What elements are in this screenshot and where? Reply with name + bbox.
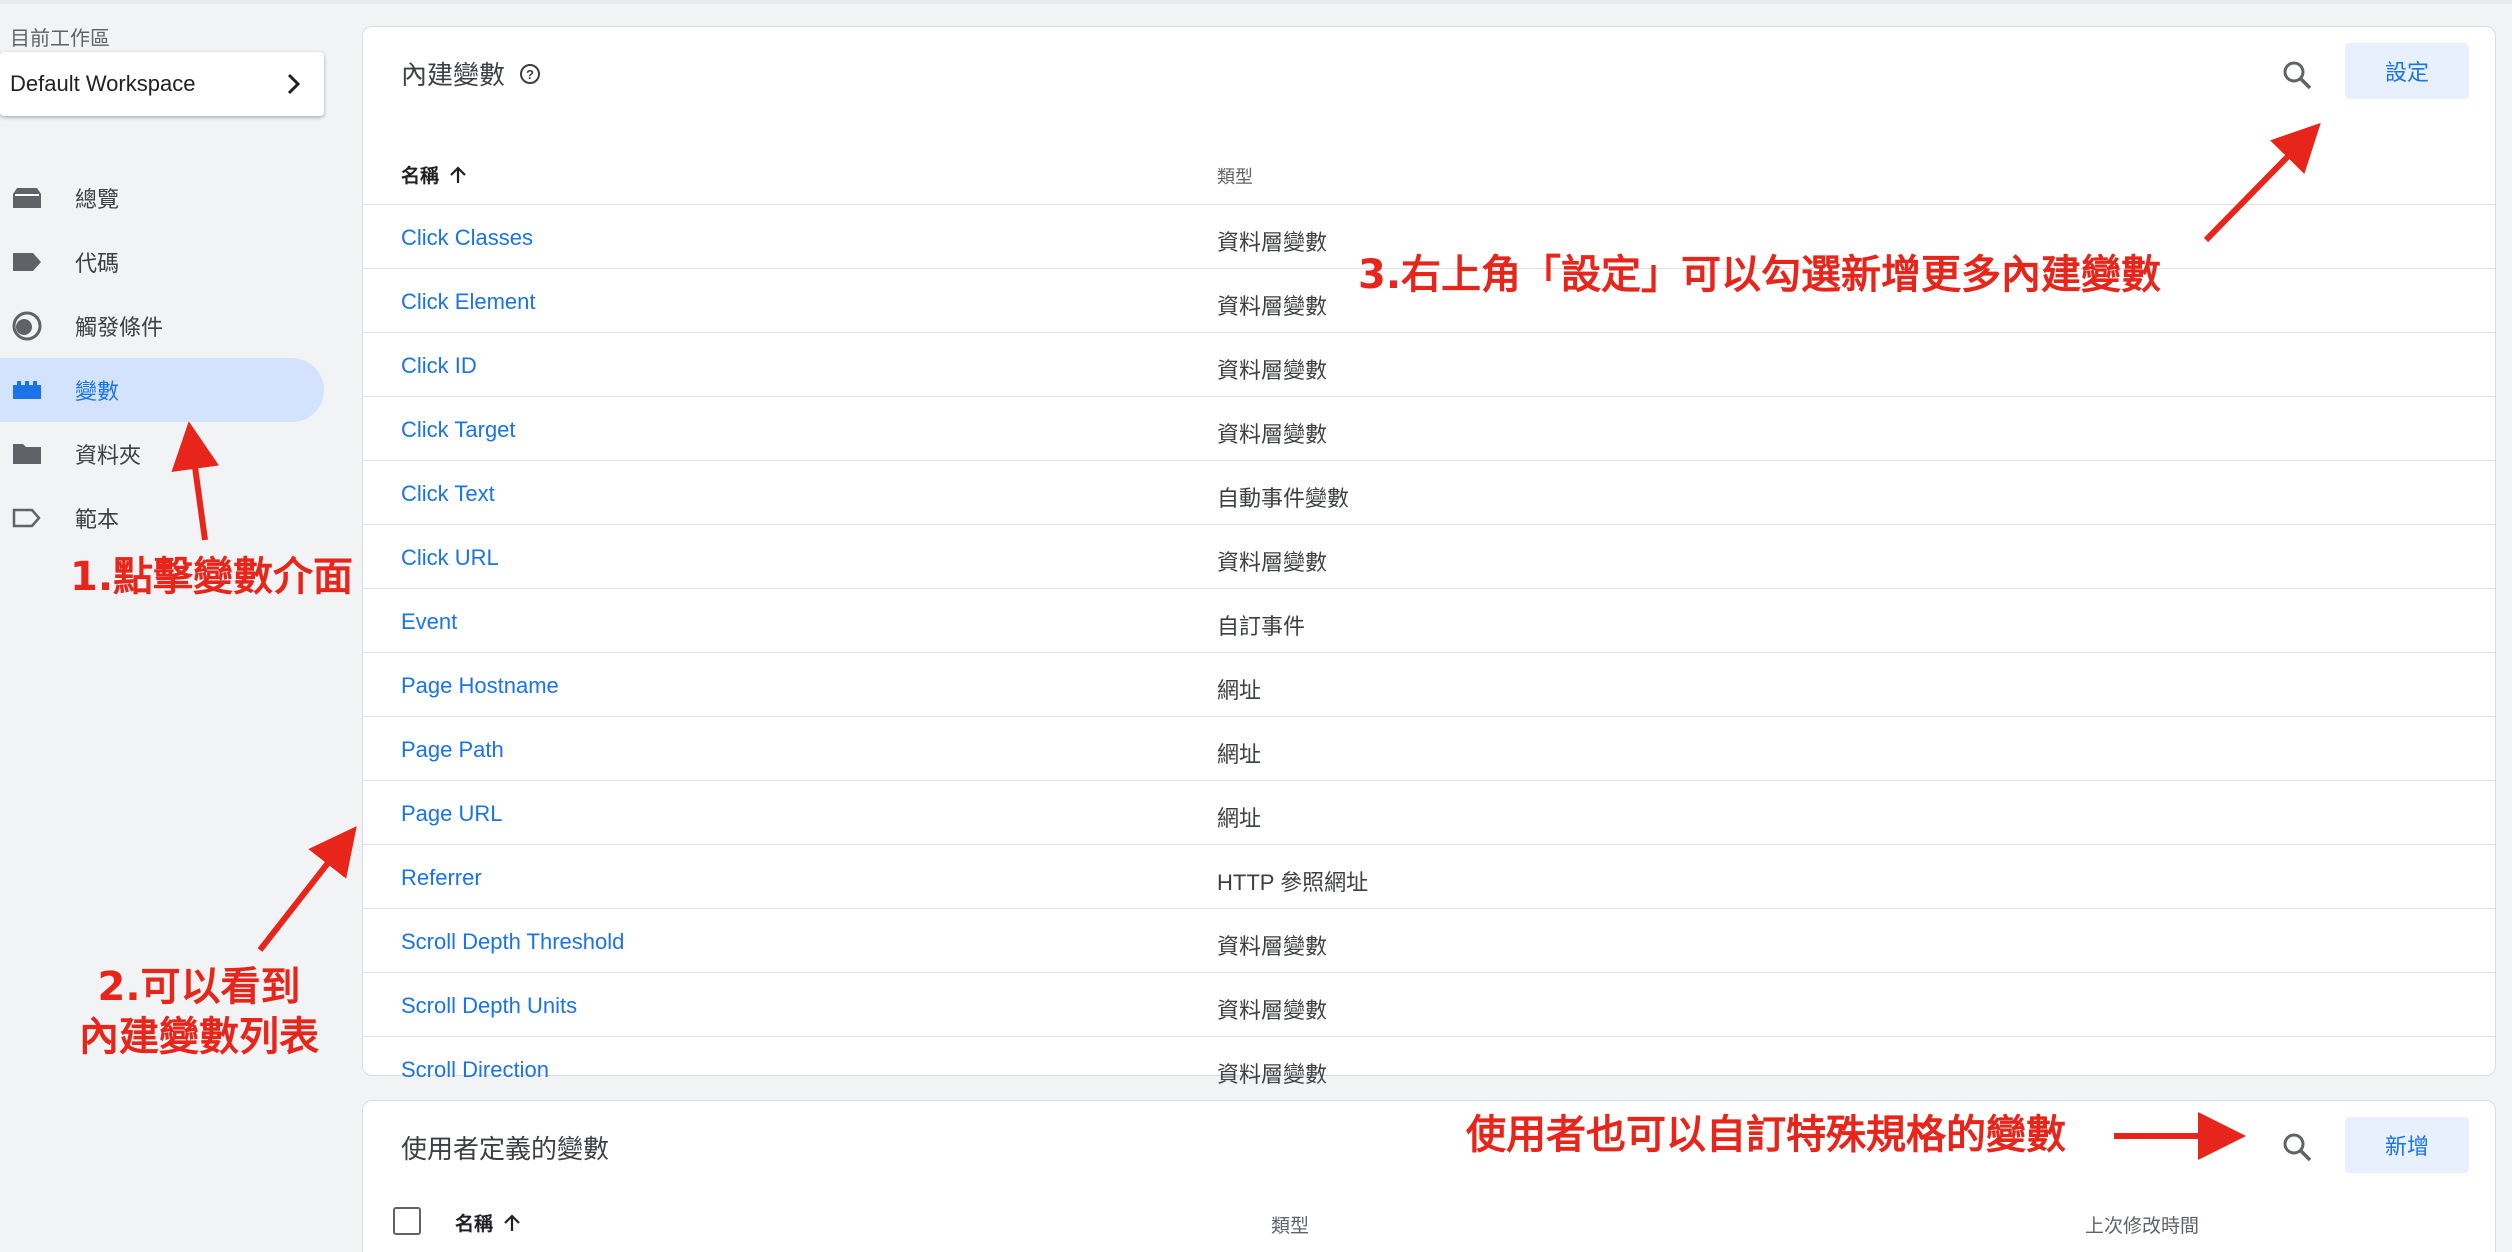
top-divider [0,0,2512,4]
trigger-icon [10,311,44,341]
variable-type: 資料層變數 [1217,230,1328,255]
sidebar-item-label: 變數 [75,379,120,404]
user-defined-variables-title: 使用者定義的變數 [401,1129,609,1166]
column-header-name[interactable]: 名稱 [455,1209,523,1236]
template-icon [10,505,44,531]
workspace-label: 目前工作區 [10,28,110,50]
search-button[interactable] [2277,1127,2317,1167]
help-icon[interactable]: ? [519,63,541,85]
sidebar-item-folders[interactable]: 資料夾 [0,422,324,486]
variable-type: 資料層變數 [1217,1062,1328,1087]
variable-name-link[interactable]: Scroll Depth Units [401,993,577,1019]
variable-name-link[interactable]: Click Classes [401,225,533,251]
sidebar-item-triggers[interactable]: 觸發條件 [0,294,324,358]
variable-name-link[interactable]: Click ID [401,353,477,379]
variable-type: 資料層變數 [1217,998,1328,1023]
variable-name-link[interactable]: Page URL [401,801,503,827]
variable-name-link[interactable]: Scroll Depth Threshold [401,929,624,955]
table-row[interactable]: Event 自訂事件 [363,589,2495,653]
annotation-step3: 3.右上角「設定」可以勾選新增更多內建變數 [1358,252,2162,298]
table-header: 名稱 類型 [363,137,2495,205]
chevron-right-icon [287,73,301,95]
card-title-text: 內建變數 [401,60,506,90]
column-header-name[interactable]: 名稱 [401,161,469,188]
table-row[interactable]: Scroll Direction 資料層變數 [363,1037,2495,1101]
sidebar-item-label: 總覽 [75,187,120,212]
variable-type: 自訂事件 [1217,614,1306,639]
variable-type: HTTP 參照網址 [1217,870,1369,895]
annotation-step2-line1: 2.可以看到 [97,964,301,1010]
annotation-arrow-step2 [257,826,357,952]
builtin-variables-title: 內建變數 ? [401,55,541,92]
search-icon [2283,61,2312,90]
variable-type: 資料層變數 [1217,934,1328,959]
column-header-name-label: 名稱 [401,166,440,187]
column-header-last-modified[interactable]: 上次修改時間 [2085,1211,2199,1238]
column-header-type[interactable]: 類型 [1217,163,1253,189]
configure-button[interactable]: 設定 [2345,43,2469,99]
workspace-name: Default Workspace [10,71,196,96]
variable-name-link[interactable]: Scroll Direction [401,1057,549,1083]
tag-icon [10,249,44,275]
annotation-step2: 2.可以看到 內建變數列表 [74,962,324,1062]
variable-type: 自動事件變數 [1217,486,1350,511]
annotation-step2-line2: 內建變數列表 [79,1014,319,1060]
variable-name-link[interactable]: Click Text [401,481,495,507]
builtin-variables-table: Click Classes 資料層變數 Click Element 資料層變數 Cl… [363,205,2495,1101]
search-icon [2283,1133,2312,1162]
sidebar-item-overview[interactable]: 總覽 [0,166,324,230]
sidebar-item-tags[interactable]: 代碼 [0,230,324,294]
variable-name-link[interactable]: Event [401,609,457,635]
table-row[interactable]: Page Path 網址 [363,717,2495,781]
table-row[interactable]: Click URL 資料層變數 [363,525,2495,589]
variable-name-link[interactable]: Click Target [401,417,516,443]
sidebar-item-variables[interactable]: 變數 [0,358,324,422]
column-header-name-label: 名稱 [455,1214,494,1235]
sidebar-item-label: 資料夾 [75,443,142,468]
table-row[interactable]: Click Text 自動事件變數 [363,461,2495,525]
column-header-type[interactable]: 類型 [1271,1211,1309,1238]
variable-name-link[interactable]: Referrer [401,865,482,891]
variable-name-link[interactable]: Page Hostname [401,673,559,699]
workspace-selector[interactable]: Default Workspace [0,52,324,116]
sidebar-nav: 總覽 代碼 觸發條件 變數 資料夾 範本 [0,166,324,550]
table-row[interactable]: Page Hostname 網址 [363,653,2495,717]
sidebar-item-label: 代碼 [75,251,120,276]
variable-type: 資料層變數 [1217,294,1328,319]
table-row[interactable]: Click ID 資料層變數 [363,333,2495,397]
arrow-up-icon [504,1213,520,1231]
builtin-variables-card: 內建變數 ? 設定 名稱 類型 Click Classes 資料層變數 Click… [362,26,2496,1087]
variable-type: 網址 [1217,742,1262,767]
table-row[interactable]: Page URL 網址 [363,781,2495,845]
variable-name-link[interactable]: Click Element [401,289,535,315]
annotation-step1: 1.點擊變數介面 [70,554,354,600]
svg-text:?: ? [526,67,534,82]
select-all-checkbox[interactable] [393,1207,421,1235]
arrow-up-icon [450,165,466,183]
sidebar-item-label: 觸發條件 [75,315,164,340]
sidebar-item-label: 範本 [75,507,120,532]
sidebar-item-templates[interactable]: 範本 [0,486,324,550]
table-row[interactable]: Scroll Depth Units 資料層變數 [363,973,2495,1037]
variable-type: 資料層變數 [1217,422,1328,447]
variable-icon [10,377,44,403]
table-row[interactable]: Referrer HTTP 參照網址 [363,845,2495,909]
table-row[interactable]: Click Target 資料層變數 [363,397,2495,461]
variable-type: 資料層變數 [1217,550,1328,575]
variable-type: 網址 [1217,678,1262,703]
variable-type: 資料層變數 [1217,358,1328,383]
user-defined-variables-card: 使用者定義的變數 新增 名稱 類型 上次修改時間 [362,1100,2496,1252]
variable-name-link[interactable]: Page Path [401,737,504,763]
variable-name-link[interactable]: Click URL [401,545,499,571]
search-button[interactable] [2277,55,2317,95]
folder-icon [10,441,44,467]
new-variable-button[interactable]: 新增 [2345,1117,2469,1173]
annotation-step4: 使用者也可以自訂特殊規格的變數 [1466,1112,2066,1158]
card-title-text: 使用者定義的變數 [401,1134,610,1164]
variable-type: 網址 [1217,806,1262,831]
table-row[interactable]: Scroll Depth Threshold 資料層變數 [363,909,2495,973]
overview-icon [10,185,44,211]
